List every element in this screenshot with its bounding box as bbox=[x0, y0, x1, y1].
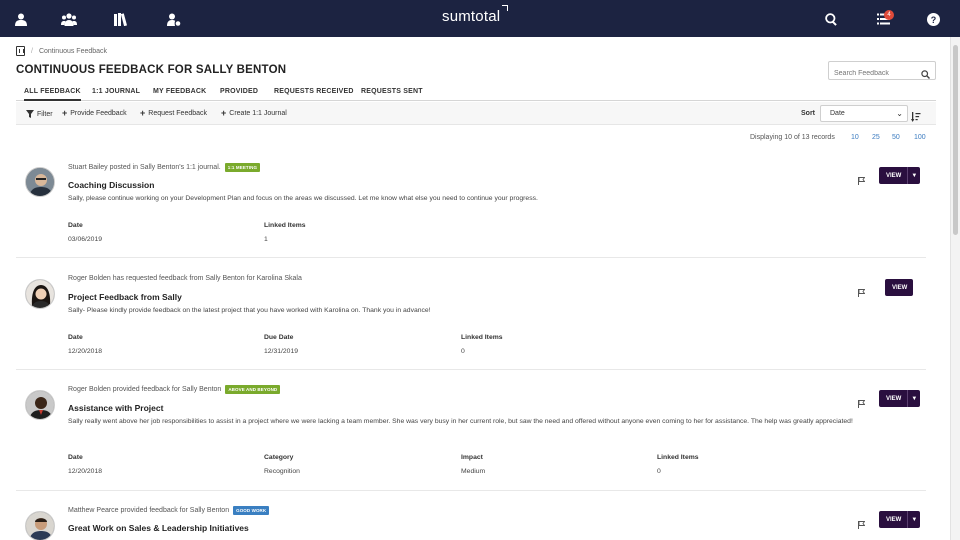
feedback-card: Roger Bolden has requested feedback from… bbox=[16, 262, 926, 370]
avatar bbox=[25, 390, 55, 420]
tab-provided[interactable]: PROVIDED bbox=[220, 88, 258, 101]
field-label-due-date: Due Date bbox=[264, 334, 294, 341]
sort-direction-icon[interactable] bbox=[911, 109, 921, 127]
breadcrumb-separator: / bbox=[31, 47, 33, 55]
feedback-card: Matthew Pearce provided feedback for Sal… bbox=[16, 494, 926, 540]
field-label-category: Category bbox=[264, 454, 294, 461]
user-icon[interactable] bbox=[12, 10, 30, 28]
create-journal-button[interactable]: + Create 1:1 Journal bbox=[221, 108, 287, 118]
feedback-author-line: Roger Bolden has requested feedback from… bbox=[68, 275, 302, 282]
feedback-card: Stuart Bailey posted in Sally Benton's 1… bbox=[16, 150, 926, 258]
field-value-linked-items: 0 bbox=[657, 468, 661, 475]
page-title: CONTINUOUS FEEDBACK FOR SALLY BENTON bbox=[16, 64, 287, 76]
feedback-toolbar: Filter + Provide Feedback + Request Feed… bbox=[16, 102, 936, 125]
breadcrumb-current: Continuous Feedback bbox=[38, 47, 108, 55]
feedback-author-line: Roger Bolden provided feedback for Sally… bbox=[68, 385, 281, 394]
field-label-date: Date bbox=[68, 222, 83, 229]
team-icon[interactable] bbox=[60, 10, 78, 28]
search-feedback-input[interactable] bbox=[829, 65, 917, 82]
field-label-date: Date bbox=[68, 454, 83, 461]
caret-down-icon[interactable]: ▼ bbox=[907, 511, 920, 528]
field-label-linked-items: Linked Items bbox=[657, 454, 699, 461]
chevron-down-icon: ⌄ bbox=[896, 109, 903, 118]
category-badge: GOOD WORK bbox=[233, 506, 270, 515]
sort-label: Sort bbox=[801, 110, 815, 117]
top-navigation-bar: sumtotal 4 ? bbox=[0, 0, 960, 37]
feedback-title[interactable]: Great Work on Sales & Leadership Initiat… bbox=[68, 523, 249, 533]
category-badge: 1:1 MEETING bbox=[224, 163, 261, 172]
flag-icon[interactable] bbox=[858, 516, 866, 534]
feedback-title[interactable]: Coaching Discussion bbox=[68, 180, 154, 190]
caret-down-icon[interactable]: ▼ bbox=[907, 390, 920, 407]
field-value-due-date: 12/31/2019 bbox=[264, 348, 299, 355]
feedback-tabs: ALL FEEDBACK 1:1 JOURNAL MY FEEDBACK PRO… bbox=[16, 84, 936, 101]
search-icon[interactable] bbox=[921, 66, 930, 84]
page-scrollbar[interactable] bbox=[950, 37, 960, 540]
feedback-message: Sally- Please kindly provide feedback on… bbox=[68, 307, 431, 314]
tab-requests-sent[interactable]: REQUESTS SENT bbox=[361, 88, 423, 101]
feedback-title[interactable]: Project Feedback from Sally bbox=[68, 292, 182, 302]
view-button[interactable]: VIEW ▼ bbox=[879, 511, 921, 528]
field-label-impact: Impact bbox=[461, 454, 483, 461]
field-label-linked-items: Linked Items bbox=[264, 222, 306, 229]
page-size-25[interactable]: 25 bbox=[872, 134, 880, 141]
plus-icon: + bbox=[62, 108, 68, 118]
provide-feedback-button[interactable]: + Provide Feedback bbox=[62, 108, 127, 118]
tab-all-feedback[interactable]: ALL FEEDBACK bbox=[24, 88, 81, 101]
help-icon[interactable]: ? bbox=[924, 10, 942, 28]
library-icon[interactable] bbox=[113, 10, 131, 28]
caret-down-icon[interactable]: ▼ bbox=[907, 167, 920, 184]
home-icon[interactable] bbox=[16, 46, 25, 56]
view-button[interactable]: VIEW bbox=[885, 279, 914, 296]
notification-count-badge: 4 bbox=[884, 10, 894, 20]
feedback-message: Sally really went above her job responsi… bbox=[68, 418, 853, 425]
search-feedback-box[interactable] bbox=[828, 61, 936, 82]
field-value-impact: Medium bbox=[461, 468, 486, 475]
page-size-10[interactable]: 10 bbox=[851, 134, 859, 141]
search-icon[interactable] bbox=[822, 10, 840, 28]
sort-select[interactable]: Date ⌄ bbox=[820, 105, 908, 122]
tab-requests-received[interactable]: REQUESTS RECEIVED bbox=[274, 88, 354, 101]
page-size-100[interactable]: 100 bbox=[914, 134, 926, 141]
avatar bbox=[25, 167, 55, 197]
page-size-50[interactable]: 50 bbox=[892, 134, 900, 141]
feedback-author-line: Matthew Pearce provided feedback for Sal… bbox=[68, 506, 270, 515]
plus-icon: + bbox=[140, 108, 146, 118]
field-label-date: Date bbox=[68, 334, 83, 341]
field-value-date: 12/20/2018 bbox=[68, 468, 103, 475]
filter-button[interactable]: Filter bbox=[26, 110, 53, 118]
tab-1-1-journal[interactable]: 1:1 JOURNAL bbox=[92, 88, 140, 101]
sumtotal-logo: sumtotal bbox=[442, 5, 509, 25]
category-badge: ABOVE AND BEYOND bbox=[225, 385, 281, 394]
field-value-date: 12/20/2018 bbox=[68, 348, 103, 355]
feedback-message: Sally, please continue working on your D… bbox=[68, 195, 538, 202]
flag-icon[interactable] bbox=[858, 172, 866, 190]
filter-icon bbox=[26, 110, 34, 118]
plus-icon: + bbox=[221, 108, 227, 118]
field-value-date: 03/06/2019 bbox=[68, 236, 103, 243]
feedback-author-line: Stuart Bailey posted in Sally Benton's 1… bbox=[68, 163, 261, 172]
scrollbar-thumb[interactable] bbox=[953, 45, 958, 235]
svg-text:?: ? bbox=[930, 15, 936, 25]
avatar bbox=[25, 511, 55, 540]
admin-user-icon[interactable] bbox=[165, 10, 183, 28]
view-button[interactable]: VIEW ▼ bbox=[879, 390, 921, 407]
breadcrumb: / Continuous Feedback bbox=[16, 46, 107, 56]
feedback-title[interactable]: Assistance with Project bbox=[68, 403, 163, 413]
avatar bbox=[25, 279, 55, 309]
field-value-linked-items: 1 bbox=[264, 236, 268, 243]
flag-icon[interactable] bbox=[858, 284, 866, 302]
field-value-linked-items: 0 bbox=[461, 348, 465, 355]
field-label-linked-items: Linked Items bbox=[461, 334, 503, 341]
feedback-card: Roger Bolden provided feedback for Sally… bbox=[16, 373, 926, 491]
view-button[interactable]: VIEW ▼ bbox=[879, 167, 921, 184]
records-count: Displaying 10 of 13 records bbox=[750, 134, 835, 141]
tab-my-feedback[interactable]: MY FEEDBACK bbox=[153, 88, 206, 101]
request-feedback-button[interactable]: + Request Feedback bbox=[140, 108, 207, 118]
field-value-category: Recognition bbox=[264, 468, 300, 475]
flag-icon[interactable] bbox=[858, 395, 866, 413]
